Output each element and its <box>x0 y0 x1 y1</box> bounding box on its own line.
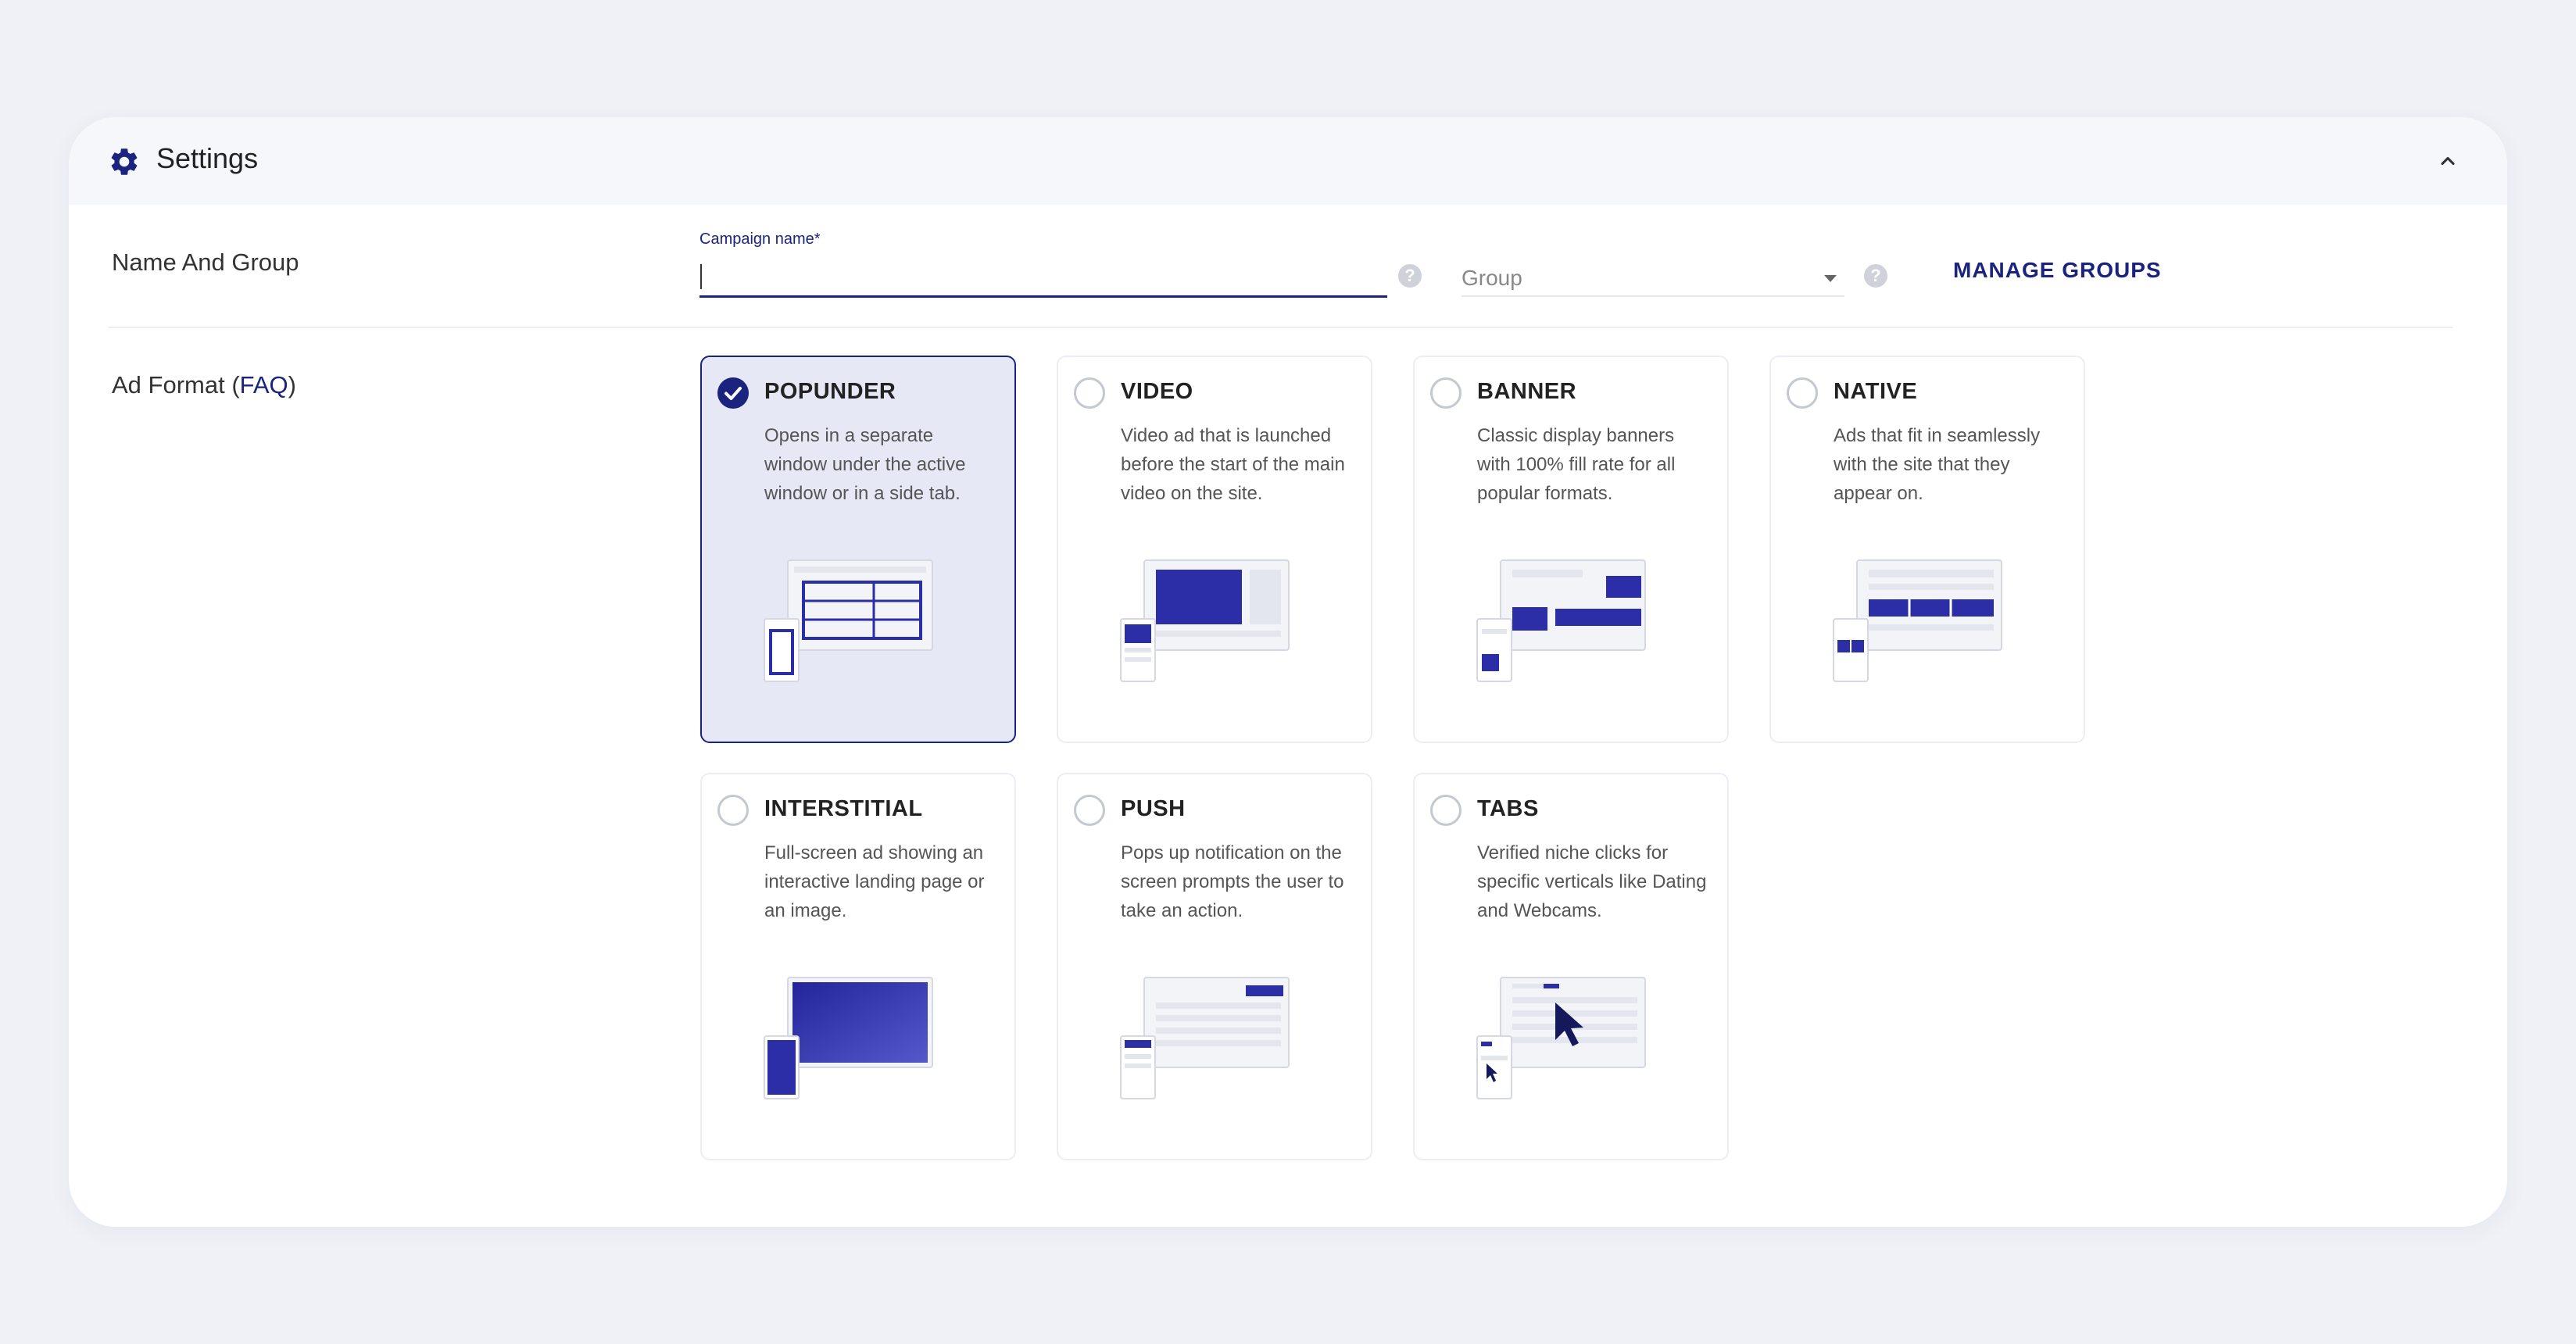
card-title: NATIVE <box>1834 379 1918 404</box>
push-illustration-icon <box>1120 977 1290 1099</box>
ad-format-card-native[interactable]: NATIVE Ads that fit in seamlessly with t… <box>1769 356 2085 743</box>
campaign-name-input[interactable] <box>699 258 1387 298</box>
group-placeholder: Group <box>1462 266 1522 290</box>
card-title: PUSH <box>1121 796 1186 821</box>
video-illustration-icon <box>1120 559 1290 682</box>
radio-button[interactable] <box>717 795 749 826</box>
chevron-up-icon[interactable] <box>2437 150 2459 172</box>
banner-illustration-icon <box>1476 559 1646 682</box>
ad-format-card-popunder[interactable]: POPUNDER Opens in a separate window unde… <box>700 356 1016 743</box>
native-illustration-icon <box>1833 559 2002 682</box>
card-title: INTERSTITIAL <box>764 796 923 821</box>
card-title: VIDEO <box>1121 379 1193 404</box>
ad-format-label: Ad Format (FAQ) <box>112 371 296 399</box>
card-description: Ads that fit in seamlessly with the site… <box>1834 425 2041 504</box>
card-title: POPUNDER <box>764 379 896 404</box>
question-icon[interactable]: ? <box>1398 264 1422 288</box>
radio-button[interactable] <box>1074 377 1105 409</box>
ad-format-card-video[interactable]: VIDEO Video ad that is launched before t… <box>1057 356 1372 743</box>
faq-link[interactable]: FAQ <box>240 371 288 399</box>
card-description: Opens in a separate window under the act… <box>764 425 966 504</box>
card-description: Video ad that is launched before the sta… <box>1121 425 1345 504</box>
ad-format-card-interstitial[interactable]: INTERSTITIAL Full-screen ad showing an i… <box>700 773 1016 1160</box>
settings-title: Settings <box>156 142 259 174</box>
ad-format-card-banner[interactable]: BANNER Classic display banners with 100%… <box>1413 356 1729 743</box>
tabs-illustration-icon <box>1476 977 1646 1099</box>
manage-groups-button[interactable]: MANAGE GROUPS <box>1953 258 2162 283</box>
gear-icon <box>111 148 138 175</box>
text-cursor <box>700 264 702 289</box>
card-description: Pops up notification on the screen promp… <box>1121 842 1344 921</box>
card-description: Verified niche clicks for specific verti… <box>1477 842 1707 921</box>
card-title: BANNER <box>1477 379 1577 404</box>
popunder-illustration-icon <box>764 559 933 682</box>
radio-button[interactable] <box>1074 795 1105 826</box>
row-divider <box>108 327 2453 328</box>
interstitial-illustration-icon <box>764 977 933 1099</box>
group-select[interactable]: Group <box>1462 256 1844 297</box>
radio-button[interactable] <box>1430 377 1462 409</box>
card-title: TABS <box>1477 796 1539 821</box>
dropdown-arrow-icon <box>1824 275 1837 282</box>
ad-format-card-push[interactable]: PUSH Pops up notification on the screen … <box>1057 773 1372 1160</box>
name-group-label: Name And Group <box>112 248 299 276</box>
card-description: Full-screen ad showing an interactive la… <box>764 842 985 921</box>
settings-header[interactable]: Settings <box>69 117 2507 205</box>
radio-button[interactable] <box>1430 795 1462 826</box>
question-icon[interactable]: ? <box>1864 264 1887 288</box>
settings-panel: Settings Name And Group Campaign name* ?… <box>69 117 2507 1227</box>
ad-format-card-tabs[interactable]: TABS Verified niche clicks for specific … <box>1413 773 1729 1160</box>
card-description: Classic display banners with 100% fill r… <box>1477 425 1676 504</box>
checkmark-icon <box>717 377 749 409</box>
campaign-name-label: Campaign name* <box>699 231 821 248</box>
radio-button[interactable] <box>1787 377 1818 409</box>
